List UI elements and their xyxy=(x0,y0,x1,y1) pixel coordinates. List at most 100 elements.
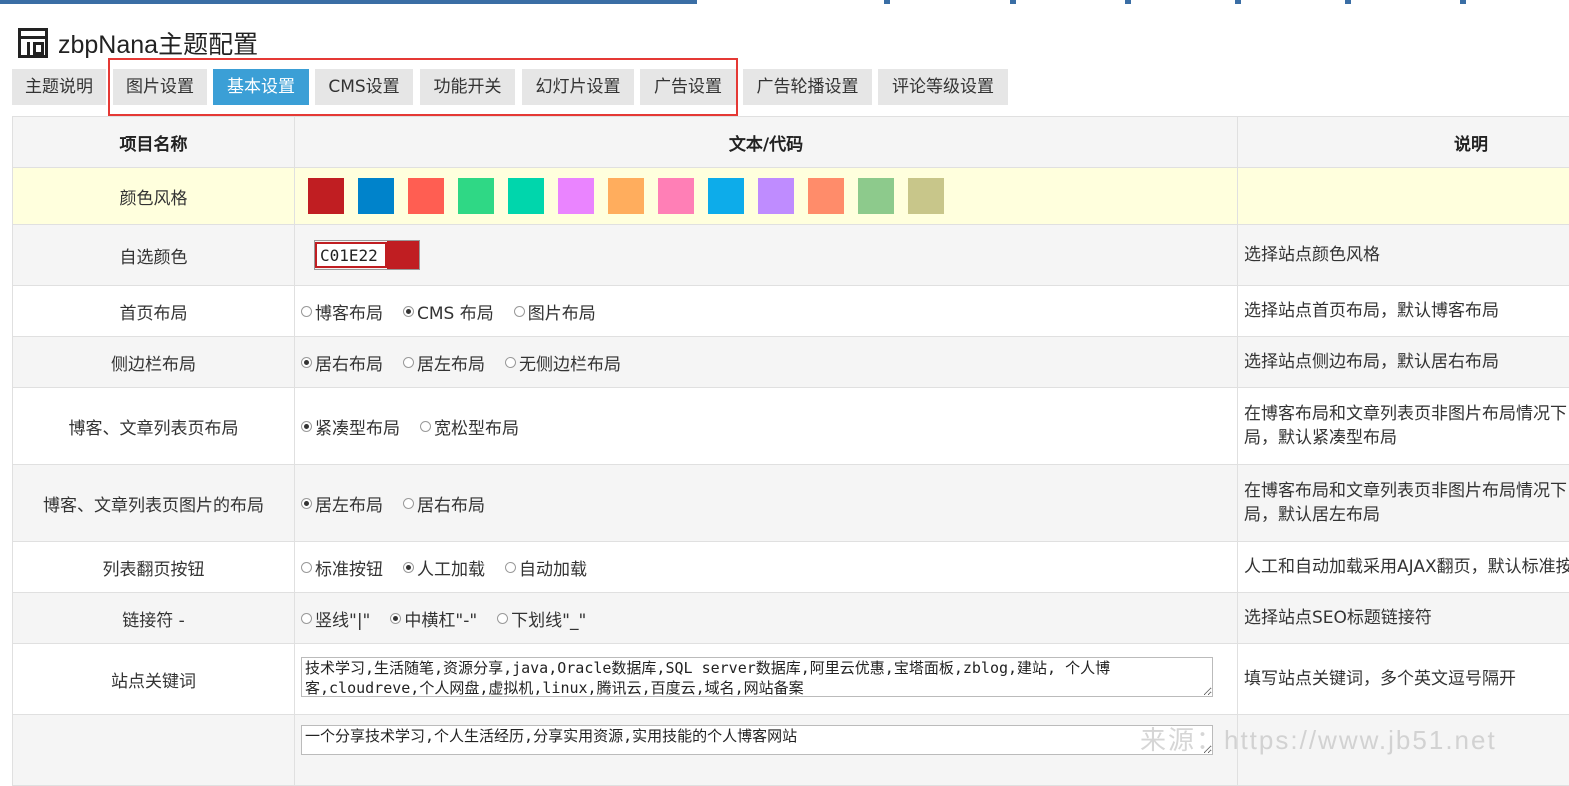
radio-cell: 紧凑型布局 宽松型布局 xyxy=(295,388,1238,465)
radio-option[interactable]: 自动加载 xyxy=(505,555,587,580)
radio-option[interactable]: 居右布局 xyxy=(403,491,485,516)
radio-cell: 居右布局 居左布局 无侧边栏布局 xyxy=(295,337,1238,388)
radio-label: 标准按钮 xyxy=(315,555,383,580)
row-desc: 选择站点SEO标题链接符 xyxy=(1238,593,1569,644)
custom-color-cell xyxy=(295,225,1238,286)
row-desc xyxy=(1238,168,1569,225)
color-swatch-1[interactable] xyxy=(308,178,344,214)
row-label: 颜色风格 xyxy=(13,168,295,225)
tab-comment-level-settings[interactable]: 评论等级设置 xyxy=(878,69,1008,105)
radio-label: 人工加载 xyxy=(417,555,485,580)
color-preview-swatch[interactable] xyxy=(387,241,419,269)
radio-option[interactable]: 中横杠"-" xyxy=(390,606,477,631)
column-header-name: 项目名称 xyxy=(13,117,295,168)
table-header-row: 项目名称 文本/代码 说明 xyxy=(13,117,1569,168)
radio-option[interactable]: 居左布局 xyxy=(301,491,383,516)
row-desc: 在博客布局和文章列表页非图片布局情况下 局，默认紧凑型布局 xyxy=(1238,388,1569,465)
table-row-color-style: 颜色风格 xyxy=(13,168,1569,225)
radio-unchecked-icon[interactable] xyxy=(514,306,525,317)
radio-label: 居左布局 xyxy=(417,350,485,375)
radio-label: CMS 布局 xyxy=(417,299,494,324)
table-row-keywords: 站点关键词 技术学习,生活随笔,资源分享,java,Oracle数据库,SQL … xyxy=(13,644,1569,715)
radio-label: 无侧边栏布局 xyxy=(519,350,621,375)
tab-ad-settings[interactable]: 广告设置 xyxy=(640,69,736,105)
color-picker[interactable] xyxy=(314,240,420,270)
radio-label: 宽松型布局 xyxy=(434,414,519,439)
radio-option[interactable]: 无侧边栏布局 xyxy=(505,350,621,375)
radio-option[interactable]: 居右布局 xyxy=(301,350,383,375)
color-swatch-3[interactable] xyxy=(408,178,444,214)
row-desc: 选择站点侧边布局，默认居右布局 xyxy=(1238,337,1569,388)
row-label: 站点关键词 xyxy=(13,644,295,715)
color-swatch-8[interactable] xyxy=(658,178,694,214)
radio-unchecked-icon[interactable] xyxy=(505,357,516,368)
radio-option[interactable]: 标准按钮 xyxy=(301,555,383,580)
radio-option[interactable]: 竖线"|" xyxy=(301,606,370,631)
radio-checked-icon[interactable] xyxy=(403,562,414,573)
color-swatch-2[interactable] xyxy=(358,178,394,214)
row-label: 首页布局 xyxy=(13,286,295,337)
page-header: zbpNana主题配置 xyxy=(18,28,258,58)
radio-option[interactable]: 人工加载 xyxy=(403,555,485,580)
radio-unchecked-icon[interactable] xyxy=(301,613,312,624)
color-swatch-10[interactable] xyxy=(758,178,794,214)
tab-basic-settings[interactable]: 基本设置 xyxy=(213,69,309,105)
radio-unchecked-icon[interactable] xyxy=(403,357,414,368)
radio-option[interactable]: CMS 布局 xyxy=(403,299,494,324)
tab-image-settings[interactable]: 图片设置 xyxy=(113,69,207,105)
radio-checked-icon[interactable] xyxy=(301,357,312,368)
radio-option[interactable]: 宽松型布局 xyxy=(420,414,519,439)
radio-option[interactable]: 下划线"_" xyxy=(497,606,586,631)
radio-unchecked-icon[interactable] xyxy=(301,562,312,573)
color-swatch-5[interactable] xyxy=(508,178,544,214)
color-swatch-6[interactable] xyxy=(558,178,594,214)
color-swatch-4[interactable] xyxy=(458,178,494,214)
radio-checked-icon[interactable] xyxy=(390,613,401,624)
row-label: 侧边栏布局 xyxy=(13,337,295,388)
radio-option[interactable]: 博客布局 xyxy=(301,299,383,324)
radio-cell: 居左布局居右布局 xyxy=(295,465,1238,542)
radio-label: 竖线"|" xyxy=(315,606,370,631)
tab-feature-switches[interactable]: 功能开关 xyxy=(420,69,515,105)
tab-ad-carousel-settings[interactable]: 广告轮播设置 xyxy=(743,69,872,105)
layout-icon xyxy=(18,28,48,58)
keywords-textarea[interactable]: 技术学习,生活随笔,资源分享,java,Oracle数据库,SQL server… xyxy=(301,657,1213,697)
radio-option[interactable]: 图片布局 xyxy=(514,299,596,324)
radio-unchecked-icon[interactable] xyxy=(505,562,516,573)
color-hex-input[interactable] xyxy=(315,242,387,268)
radio-cell: 博客布局 CMS 布局 图片布局 xyxy=(295,286,1238,337)
radio-unchecked-icon[interactable] xyxy=(301,306,312,317)
radio-unchecked-icon[interactable] xyxy=(403,498,414,509)
table-row-link-char: 链接符 - 竖线"|"中横杠"-"下划线"_" 选择站点SEO标题链接符 xyxy=(13,593,1569,644)
column-header-value: 文本/代码 xyxy=(295,117,1238,168)
color-swatch-9[interactable] xyxy=(708,178,744,214)
radio-checked-icon[interactable] xyxy=(403,306,414,317)
radio-label: 紧凑型布局 xyxy=(315,414,400,439)
row-desc: 填写站点关键词，多个英文逗号隔开 xyxy=(1238,644,1569,715)
row-label: 自选颜色 xyxy=(13,225,295,286)
radio-option[interactable]: 居左布局 xyxy=(403,350,485,375)
radio-checked-icon[interactable] xyxy=(301,421,312,432)
color-swatch-11[interactable] xyxy=(808,178,844,214)
color-swatch-13[interactable] xyxy=(908,178,944,214)
color-swatches xyxy=(301,178,1231,214)
radio-cell: 竖线"|" 中横杠"-" 下划线"_" xyxy=(295,593,1238,644)
radio-unchecked-icon[interactable] xyxy=(497,613,508,624)
radio-option[interactable]: 紧凑型布局 xyxy=(301,414,400,439)
tab-slideshow-settings[interactable]: 幻灯片设置 xyxy=(522,69,634,105)
radio-label: 图片布局 xyxy=(528,299,596,324)
page-title: zbpNana主题配置 xyxy=(58,25,258,61)
radio-checked-icon[interactable] xyxy=(301,498,312,509)
color-swatch-7[interactable] xyxy=(608,178,644,214)
row-label: 列表翻页按钮 xyxy=(13,542,295,593)
row-label: 博客、文章列表页布局 xyxy=(13,388,295,465)
radio-group: 紧凑型布局 宽松型布局 xyxy=(301,414,1231,439)
row-label xyxy=(13,715,295,786)
top-accent-bar xyxy=(0,0,1569,4)
tab-theme-info[interactable]: 主题说明 xyxy=(12,69,106,105)
radio-unchecked-icon[interactable] xyxy=(420,421,431,432)
desc-line: 在博客布局和文章列表页非图片布局情况下 xyxy=(1244,479,1569,503)
table-row-home-layout: 首页布局 博客布局CMS 布局图片布局 选择站点首页布局，默认博客布局 xyxy=(13,286,1569,337)
color-swatch-12[interactable] xyxy=(858,178,894,214)
tab-cms-settings[interactable]: CMS设置 xyxy=(315,69,413,105)
